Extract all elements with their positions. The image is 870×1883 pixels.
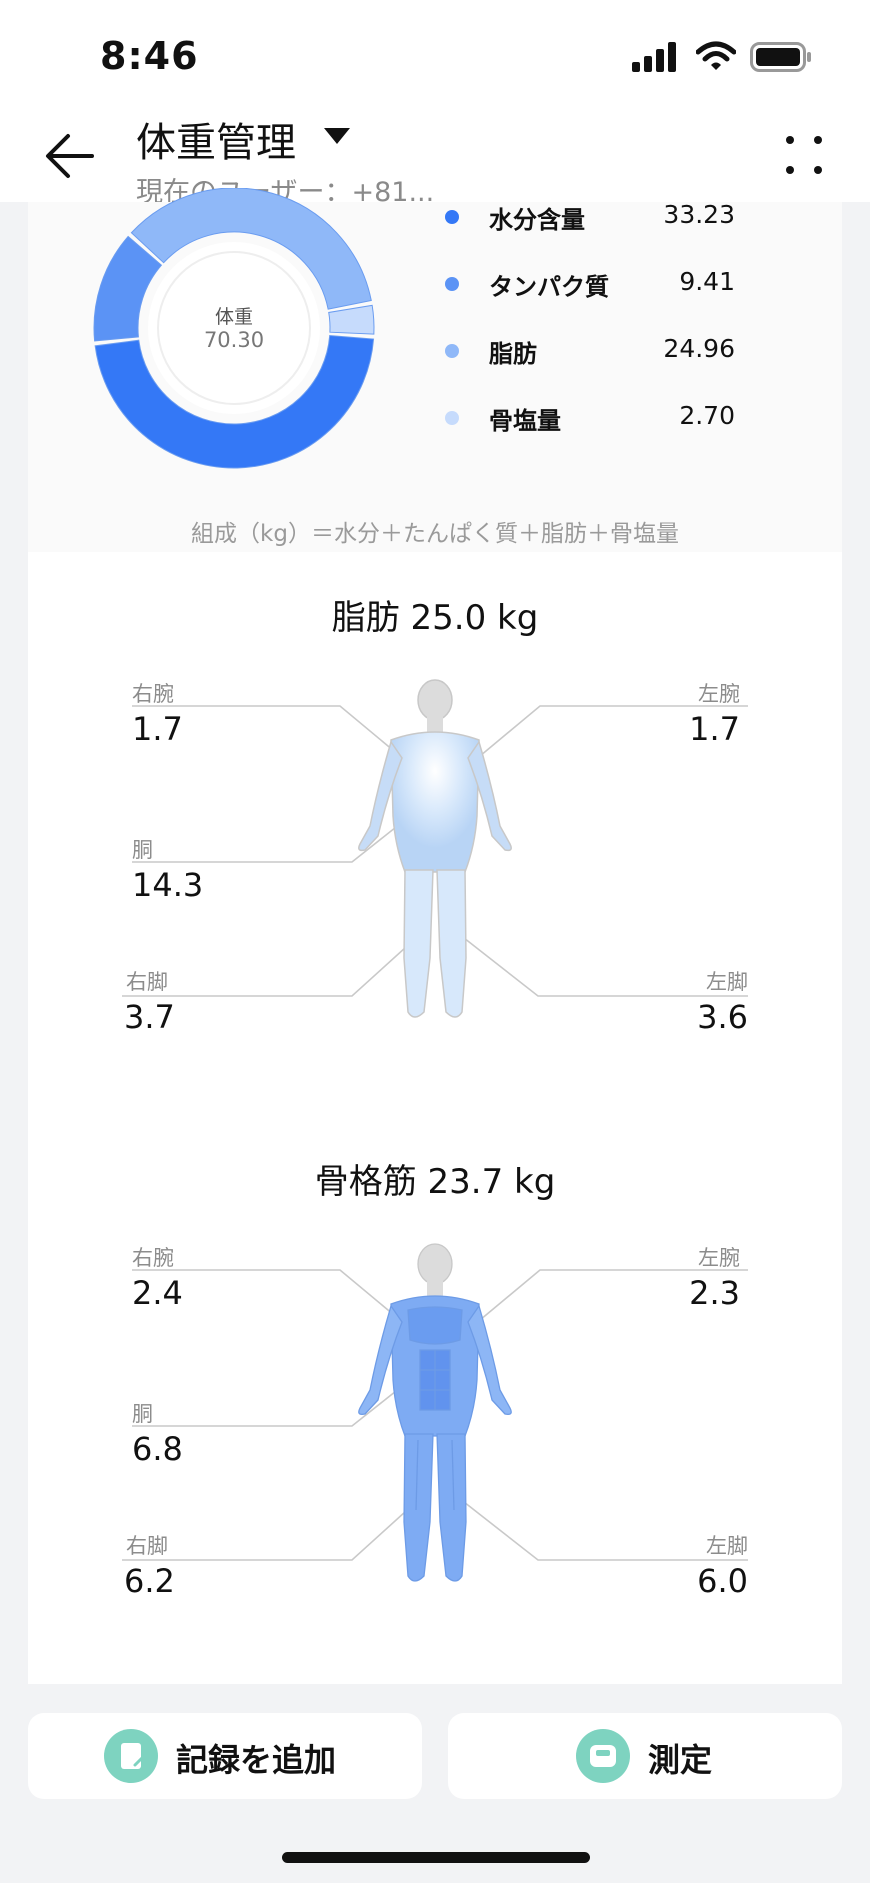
legend-label: 骨塩量: [489, 407, 561, 435]
signal-icon: [632, 42, 676, 72]
legend-dot: [445, 411, 459, 425]
dropdown-caret-icon[interactable]: [324, 128, 350, 146]
add-record-label: 記録を追加: [176, 1741, 337, 1779]
muscle-left-leg-value: 6.0: [697, 1562, 748, 1600]
donut-segment-bone: [328, 304, 375, 335]
more-icon[interactable]: [780, 128, 828, 184]
fat-section-title: 脂肪 25.0 kg: [331, 598, 539, 638]
status-time: 8:46: [100, 34, 199, 78]
fat-trunk-label: 胴: [132, 838, 153, 862]
composition-formula: 組成（kg）＝水分＋たんぱく質＋脂肪＋骨塩量: [191, 521, 679, 547]
fat-left-arm-label: 左腕: [698, 682, 740, 706]
muscle-section-title: 骨格筋 23.7 kg: [314, 1162, 556, 1202]
edit-note-icon: [104, 1729, 158, 1783]
legend-value: 9.41: [679, 267, 735, 296]
muscle-right-arm-label: 右腕: [132, 1246, 174, 1270]
fat-left-leg-label: 左脚: [706, 970, 748, 994]
fat-right-arm-value: 1.7: [132, 710, 183, 748]
legend-value: 33.23: [663, 200, 735, 229]
muscle-left-arm-label: 左腕: [698, 1246, 740, 1270]
legend-label: タンパク質: [489, 273, 609, 301]
fat-left-leg-value: 3.6: [697, 998, 748, 1036]
wifi-icon: [696, 41, 736, 70]
muscle-left-arm-value: 2.3: [689, 1274, 740, 1312]
app-header: [0, 100, 870, 202]
back-arrow-icon[interactable]: [42, 128, 98, 184]
measure-button[interactable]: 測定: [448, 1713, 842, 1799]
muscle-trunk-label: 胴: [132, 1402, 153, 1426]
muscle-right-leg-value: 6.2: [124, 1562, 175, 1600]
body-figure: [358, 679, 512, 1018]
fat-right-arm-label: 右腕: [132, 682, 174, 706]
home-indicator: [282, 1852, 590, 1863]
fat-right-leg-label: 右脚: [126, 970, 168, 994]
measure-label: 測定: [648, 1741, 713, 1779]
body-figure: [358, 1243, 512, 1582]
muscle-trunk-value: 6.8: [132, 1430, 183, 1468]
add-record-button[interactable]: 記録を追加: [28, 1713, 422, 1799]
battery-icon: [750, 42, 811, 72]
legend-label: 水分含量: [489, 206, 585, 234]
legend-dot: [445, 277, 459, 291]
legend-dot: [445, 344, 459, 358]
legend-dot: [445, 210, 459, 224]
fat-trunk-value: 14.3: [132, 866, 204, 904]
legend-item-water: 水分含量 33.23: [445, 198, 735, 238]
legend-label: 脂肪: [489, 340, 537, 368]
legend-item-fat: 脂肪 24.96: [445, 332, 735, 372]
fat-left-arm-value: 1.7: [689, 710, 740, 748]
legend-value: 24.96: [663, 334, 735, 363]
legend-item-protein: タンパク質 9.41: [445, 265, 735, 305]
donut-center-label: 体重: [214, 306, 253, 328]
scale-icon: [576, 1729, 630, 1783]
muscle-right-leg-label: 右脚: [126, 1534, 168, 1558]
legend-value: 2.70: [679, 401, 735, 430]
fat-right-leg-value: 3.7: [124, 998, 175, 1036]
page-title[interactable]: 体重管理: [136, 110, 296, 168]
donut-center-value: 70.30: [203, 328, 265, 352]
muscle-left-leg-label: 左脚: [706, 1534, 748, 1558]
muscle-right-arm-value: 2.4: [132, 1274, 183, 1312]
legend-item-bone: 骨塩量 2.70: [445, 399, 735, 439]
